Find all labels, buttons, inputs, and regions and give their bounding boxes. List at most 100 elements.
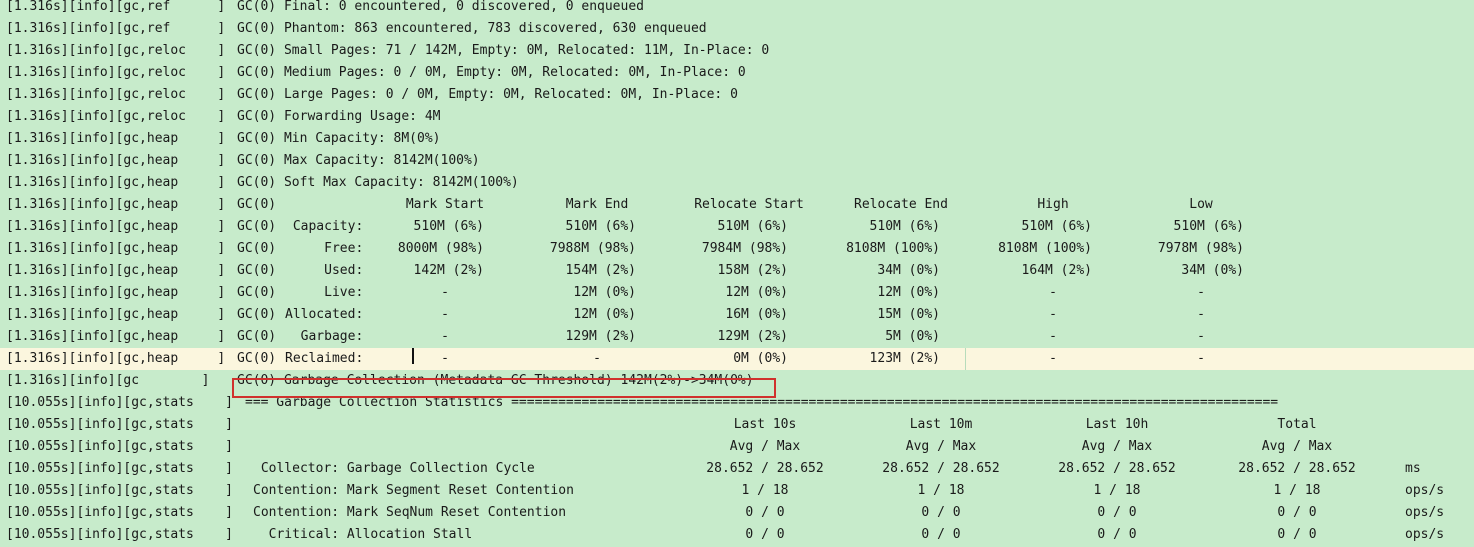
log-line: [1.316s][info][gc,heap ] GC(0) Allocated: -… [0,304,1474,326]
stats-col-header: Last 10s [733,417,797,432]
log-message: GC(0) Phantom: 863 encountered, 783 disc… [237,21,707,36]
heap-cell: 510M (6%) [1021,219,1092,234]
log-tag: [1.316s][info][gc,heap ] [6,175,226,190]
heap-cell: 7978M (98%) [1157,241,1244,256]
stats-cell: 0 / 0 [1277,505,1317,520]
stats-cell: 1 / 18 [1093,483,1141,498]
stats-cell: 0 / 0 [1277,527,1317,542]
log-prefix: GC(0) [237,263,277,278]
stats-unit: ms [1405,461,1421,476]
log-line: [10.055s][info][gc,stats ] Avg / Max Avg /… [0,436,1474,458]
log-tag: [1.316s][info][gc,heap ] [6,307,226,322]
log-message: GC(0) Soft Max Capacity: 8142M(100%) [237,175,519,190]
heap-cell: 12M (0%) [877,285,940,300]
heap-cell: 510M (6%) [869,219,940,234]
log-tag: [1.316s][info][gc,reloc ] [6,65,226,80]
heap-cell: - [1049,329,1057,344]
stats-col-subheader: Avg / Max [905,439,977,454]
log-message: GC(0) Forwarding Usage: 4M [237,109,441,124]
stats-col-subheader: Avg / Max [1261,439,1333,454]
log-line: [10.055s][info][gc,stats ] Last 10s Last 1… [0,414,1474,436]
log-line: [1.316s][info][gc,reloc ] GC(0) Medium Pa… [0,62,1474,84]
stats-cell: 1 / 18 [741,483,789,498]
heap-cell: - [1197,307,1205,322]
log-tag: [1.316s][info][gc,ref ] [6,21,226,36]
log-message: GC(0) Large Pages: 0 / 0M, Empty: 0M, Re… [237,87,738,102]
heap-cell: 34M (0%) [1181,263,1244,278]
log-message: GC(0) Min Capacity: 8M(0%) [237,131,441,146]
heap-cell: - [1049,307,1057,322]
heap-cell: 15M (0%) [877,307,940,322]
heap-col-header: Mark Start [405,197,485,212]
log-tag: [10.055s][info][gc,stats ] [6,527,233,542]
log-tag: [10.055s][info][gc,stats ] [6,439,233,454]
log-tag: [1.316s][info][gc,heap ] [6,351,226,366]
heap-cell: 8000M (98%) [397,241,484,256]
heap-col-header: Mark End [565,197,629,212]
log-tag: [1.316s][info][gc,heap ] [6,329,226,344]
heap-cell: 5M (0%) [885,329,940,344]
log-tag: [1.316s][info][gc,reloc ] [6,43,226,58]
log-tag: [10.055s][info][gc,stats ] [6,417,233,432]
stats-cell: 0 / 0 [745,527,785,542]
log-line: [1.316s][info][gc,reloc ] GC(0) Forwardin… [0,106,1474,128]
heap-cell: - [1197,329,1205,344]
log-line: [1.316s][info][gc,reloc ] GC(0) Large Pag… [0,84,1474,106]
heap-row-label: Reclaimed: [285,351,364,366]
log-tag: [10.055s][info][gc,stats ] [6,483,233,498]
heap-cell: 510M (6%) [565,219,636,234]
log-line: [10.055s][info][gc,stats ] Critical: All… [0,524,1474,546]
stats-col-header: Last 10h [1085,417,1149,432]
log-tag: [1.316s][info][gc,heap ] [6,153,226,168]
log-line: [1.316s][info][gc,heap ] GC(0) Live: - 12M … [0,282,1474,304]
console-log[interactable]: [1.316s][info][gc,ref ] GC(0) Final: 0 en… [0,0,1474,547]
log-prefix: GC(0) [237,351,277,366]
heap-cell: - [1049,351,1057,366]
heap-cell: - [441,307,449,322]
log-tag: [1.316s][info][gc,reloc ] [6,87,226,102]
stats-col-header: Total [1277,417,1317,432]
stats-col-header: Last 10m [909,417,973,432]
stats-unit: ops/s [1405,483,1445,498]
log-line: [1.316s][info][gc,heap ] GC(0) Garbage: - 1… [0,326,1474,348]
log-tag: [10.055s][info][gc,stats ] [6,461,233,476]
log-message: GC(0) Medium Pages: 0 / 0M, Empty: 0M, R… [237,65,746,80]
log-line: [1.316s][info][gc,heap ] GC(0) Capacity: 5… [0,216,1474,238]
heap-cell: 0M (0%) [733,351,788,366]
log-prefix: GC(0) [237,285,277,300]
stats-cell: 0 / 0 [1097,505,1137,520]
log-line: [1.316s][info][gc,heap ] GC(0) Reclaimed: -… [0,348,1474,370]
log-line: [1.316s][info][gc,ref ] GC(0) Final: 0 en… [0,0,1474,18]
log-line: [1.316s][info][gc,reloc ] GC(0) Small Pag… [0,40,1474,62]
stats-row-label: Contention: Mark Segment Reset Contentio… [253,483,574,498]
heap-cell: - [1197,351,1205,366]
log-tag: [10.055s][info][gc,stats ] [6,395,233,410]
log-prefix: GC(0) [237,219,277,234]
log-line: [1.316s][info][gc,heap ] GC(0) Max Capaci… [0,150,1474,172]
stats-cell: 1 / 18 [917,483,965,498]
log-tag: [1.316s][info][gc ] [6,373,210,388]
heap-row-label: Garbage: [285,329,364,344]
stats-row-label: Collector: Garbage Collection Cycle [253,461,535,476]
log-message: GC(0) Final: 0 encountered, 0 discovered… [237,0,644,14]
log-prefix: GC(0) [237,197,277,212]
heap-cell: 7988M (98%) [549,241,636,256]
log-line: [1.316s][info][gc,heap ] GC(0) Free: 8000M… [0,238,1474,260]
heap-cell: - [1049,285,1057,300]
log-tag: [1.316s][info][gc,heap ] [6,263,226,278]
log-tag: [1.316s][info][gc,heap ] [6,285,226,300]
heap-row-label: Allocated: [285,307,364,322]
heap-cell: 12M (0%) [573,285,636,300]
heap-col-header: Low [1189,197,1213,212]
heap-cell: 123M (2%) [869,351,940,366]
heap-cell: 12M (0%) [725,285,788,300]
log-prefix: GC(0) [237,241,277,256]
log-tag: [10.055s][info][gc,stats ] [6,505,233,520]
log-prefix: GC(0) [237,307,277,322]
heap-cell: 510M (6%) [413,219,484,234]
stats-cell: 0 / 0 [921,505,961,520]
stats-unit: ops/s [1405,505,1445,520]
heap-cell: 158M (2%) [717,263,788,278]
heap-cell: 7984M (98%) [701,241,788,256]
log-tag: [1.316s][info][gc,heap ] [6,219,226,234]
